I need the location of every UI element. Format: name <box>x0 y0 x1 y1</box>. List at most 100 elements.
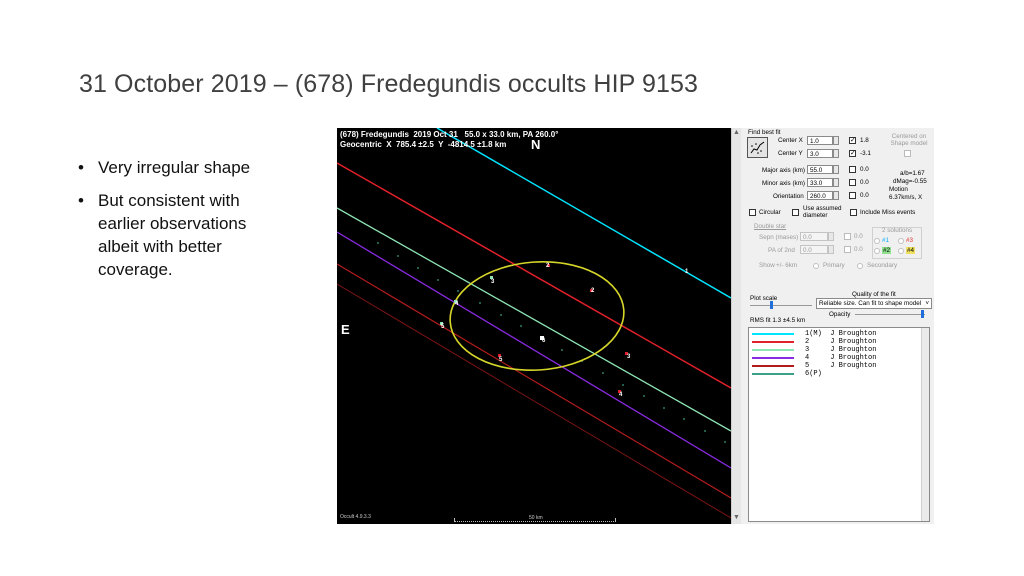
bullet-item: • Very irregular shape <box>78 156 278 179</box>
find-best-fit-button[interactable] <box>747 137 768 158</box>
sepn-input[interactable]: 0.0 <box>800 232 828 241</box>
bullet-text: But consistent with earlier observations… <box>98 191 247 279</box>
quality-label: Quality of the fit <box>852 291 896 298</box>
orientation-label: Orientation <box>773 193 804 200</box>
chord-label-5b: 5 <box>499 357 503 363</box>
observer-1-label: 1(M) J Broughton <box>805 330 877 338</box>
minor-axis-spinner[interactable] <box>833 178 839 187</box>
solutions-label: 2 solutions <box>882 227 913 234</box>
include-miss-events-checkbox[interactable] <box>850 209 857 216</box>
event-markers <box>440 264 628 393</box>
center-x-spinner[interactable] <box>833 136 839 145</box>
use-assumed-diameter-checkbox[interactable] <box>792 209 799 216</box>
pa-2nd-label: PA of 2nd <box>768 247 795 254</box>
list-item[interactable]: 2 J Broughton <box>749 338 921 346</box>
observer-6-label: 6(P) <box>805 370 822 378</box>
solution-2-radio[interactable] <box>874 248 880 254</box>
opacity-thumb[interactable] <box>921 310 924 318</box>
orientation-checkbox[interactable] <box>849 192 856 199</box>
observer-list[interactable]: 1(M) J Broughton 2 J Broughton 3 J Broug… <box>748 327 930 522</box>
solution-4-label: #4 <box>906 247 916 254</box>
sepn-label: Sepn (mases) <box>759 234 799 241</box>
quality-select-value: Reliable size. Can fit to shape model <box>819 300 922 307</box>
centered-on-shape-checkbox[interactable] <box>904 150 911 157</box>
major-axis-input[interactable]: 55.0 <box>807 165 833 174</box>
plot-header-line1: (678) Fredegundis 2019 Oct 31 55.0 x 33.… <box>340 130 559 139</box>
bullet-glyph: • <box>78 158 84 177</box>
bullet-item: • But consistent with earlier observation… <box>78 189 278 281</box>
dmag-value: dMag=-0.55 <box>893 178 927 185</box>
chord-label-6: 6 <box>542 338 546 344</box>
center-y-spinner[interactable] <box>833 149 839 158</box>
center-x-input[interactable]: 1.0 <box>807 136 833 145</box>
observer-3-swatch <box>752 349 794 351</box>
plot-header-line2: Geocentric X 785.4 ±2.5 Y -4814.5 ±1.8 k… <box>340 140 507 149</box>
minor-axis-checkbox[interactable] <box>849 179 856 186</box>
minor-axis-label: Minor axis (km) <box>762 180 806 187</box>
solution-3-radio[interactable] <box>898 238 904 244</box>
pa-2nd-input[interactable]: 0.0 <box>800 245 828 254</box>
dotted-track <box>377 242 726 443</box>
solution-4-radio[interactable] <box>898 248 904 254</box>
chord-4-line <box>337 231 731 469</box>
circular-label: Circular <box>759 209 781 216</box>
list-item[interactable]: 5 J Broughton <box>749 362 921 370</box>
observer-list-scrollbar[interactable] <box>921 328 929 521</box>
double-star-label: Double star <box>754 223 787 230</box>
ab-ratio: a/b=1.67 <box>900 170 925 177</box>
list-item[interactable]: 4 J Broughton <box>749 354 921 362</box>
list-item[interactable]: 1(M) J Broughton <box>749 330 921 338</box>
solution-3-label: #3 <box>906 237 914 244</box>
minor-axis-input[interactable]: 33.0 <box>807 178 833 187</box>
sepn-checkbox[interactable] <box>844 233 851 240</box>
center-y-checkbox[interactable]: ✓ <box>849 150 856 157</box>
plot-scale-slider[interactable] <box>750 305 812 306</box>
bullet-glyph: • <box>78 191 84 210</box>
scroll-down-icon[interactable]: ▼ <box>733 514 740 521</box>
chord-label-2: 2 <box>546 263 550 269</box>
orientation-result: 0.0 <box>860 192 869 199</box>
center-y-input[interactable]: 3.0 <box>807 149 833 158</box>
chevron-down-icon: ˅ <box>925 300 929 307</box>
solution-2-label: #2 <box>882 247 892 254</box>
observer-3-label: 3 J Broughton <box>805 346 877 354</box>
occultation-plot[interactable]: (678) Fredegundis 2019 Oct 31 55.0 x 33.… <box>337 128 731 524</box>
major-axis-result: 0.0 <box>860 166 869 173</box>
chord-2-line <box>337 162 731 389</box>
solution-1-radio[interactable] <box>874 238 880 244</box>
find-best-fit-label: Find best fit <box>748 129 781 136</box>
chord-label-1: 1 <box>685 269 689 275</box>
solution-1-label: #1 <box>882 237 890 244</box>
list-item[interactable]: 6(P) <box>749 370 921 378</box>
use-assumed-diameter-label: Use assumed diameter <box>803 205 842 219</box>
orientation-spinner[interactable] <box>833 191 839 200</box>
major-axis-checkbox[interactable] <box>849 166 856 173</box>
list-item[interactable]: 3 J Broughton <box>749 346 921 354</box>
scroll-up-icon[interactable]: ▲ <box>733 129 740 136</box>
plot-canvas <box>337 128 731 519</box>
pa-2nd-checkbox[interactable] <box>844 246 851 253</box>
observer-4-swatch <box>752 357 794 359</box>
chord-label-4b: 4 <box>619 392 623 398</box>
opacity-slider[interactable] <box>855 314 925 315</box>
north-label: N <box>531 137 541 152</box>
center-x-checkbox[interactable]: ✓ <box>849 137 856 144</box>
observer-1-swatch <box>752 333 794 335</box>
circular-checkbox[interactable] <box>749 209 756 216</box>
chord-label-5: 5 <box>441 324 445 330</box>
quality-select[interactable]: Reliable size. Can fit to shape model ˅ <box>816 298 932 309</box>
chord-5-line <box>337 263 731 499</box>
fit-control-panel: Find best fit Center X 1.0 ✓ 1.8 Center … <box>741 128 934 524</box>
orientation-input[interactable]: 260.0 <box>807 191 833 200</box>
plot-scale-thumb[interactable] <box>770 301 773 309</box>
sepn-spinner[interactable] <box>828 232 834 241</box>
primary-radio[interactable] <box>813 263 819 269</box>
east-label: E <box>341 322 350 337</box>
major-axis-spinner[interactable] <box>833 165 839 174</box>
observer-6-swatch <box>752 373 794 375</box>
chord-label-4: 4 <box>455 301 459 307</box>
pa-2nd-spinner[interactable] <box>828 245 834 254</box>
major-axis-label: Major axis (km) <box>762 167 806 174</box>
plot-scale-label: Plot scale <box>750 295 778 302</box>
secondary-radio[interactable] <box>857 263 863 269</box>
